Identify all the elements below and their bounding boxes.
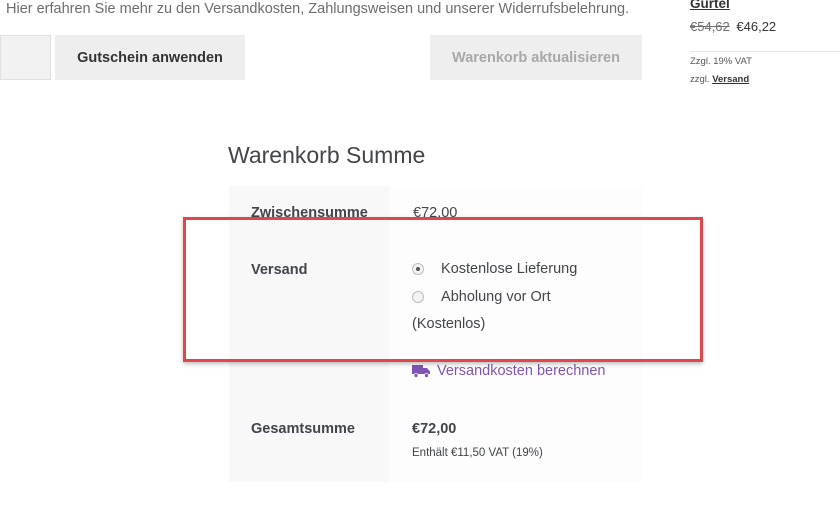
apply-coupon-button[interactable]: Gutschein anwenden [55,35,245,80]
side-product-price: €54,62 €46,22 [690,19,776,34]
coupon-code-input[interactable] [0,35,51,80]
legal-notice: Hier erfahren Sie mehr zu den Versandkos… [6,0,629,18]
side-product-title[interactable]: Gürtel [690,0,730,11]
shipping-costs-link[interactable]: Versandkosten [204,1,300,17]
truck-icon [412,365,430,378]
update-cart-button[interactable]: Warenkorb aktualisieren [430,35,642,80]
old-price: €54,62 [690,19,730,34]
calculate-shipping-label[interactable]: Versandkosten berechnen [437,363,606,379]
shipping-option-free-label[interactable]: Kostenlose Lieferung [441,261,577,277]
side-shipping-link[interactable]: Versand [712,74,749,85]
shipping-option-free[interactable]: Kostenlose Lieferung [412,261,577,277]
calculate-shipping-link[interactable]: Versandkosten berechnen [412,363,606,379]
total-label: Gesamtsumme [251,421,355,437]
total-value: €72,00 [412,421,457,437]
subtotal-value: €72,00 [413,205,458,221]
sale-price: €46,22 [736,19,777,34]
side-divider [690,51,840,52]
shipping-option-pickup-note: (Kostenlos) [412,316,486,332]
shipping-option-pickup[interactable]: Abholung vor Ort [412,289,551,305]
withdrawal-policy-link[interactable]: Widerrufsbelehrung [499,1,626,17]
notice-prefix: Hier erfahren Sie mehr zu den [6,1,201,17]
side-vat-note: Zzgl. 19% VAT [690,56,752,67]
subtotal-row: Zwischensumme €72,00 [229,186,642,242]
cart-totals-heading: Warenkorb Summe [228,142,426,168]
notice-separator: , [300,1,305,17]
radio-checked-icon[interactable] [412,263,424,276]
side-shipping-note: zzgl. Versand [690,74,749,85]
shipping-label: Versand [251,262,308,278]
payment-methods-link[interactable]: Zahlungsweisen [308,1,413,17]
subtotal-label: Zwischensumme [251,205,368,221]
notice-middle: und unserer [417,1,495,17]
notice-suffix: . [625,1,630,17]
shipping-option-pickup-label[interactable]: Abholung vor Ort [441,289,551,305]
side-shipping-prefix: zzgl. [690,74,710,85]
radio-unchecked-icon[interactable] [412,291,424,304]
tax-note: Enthält €11,50 VAT (19%) [412,447,543,459]
